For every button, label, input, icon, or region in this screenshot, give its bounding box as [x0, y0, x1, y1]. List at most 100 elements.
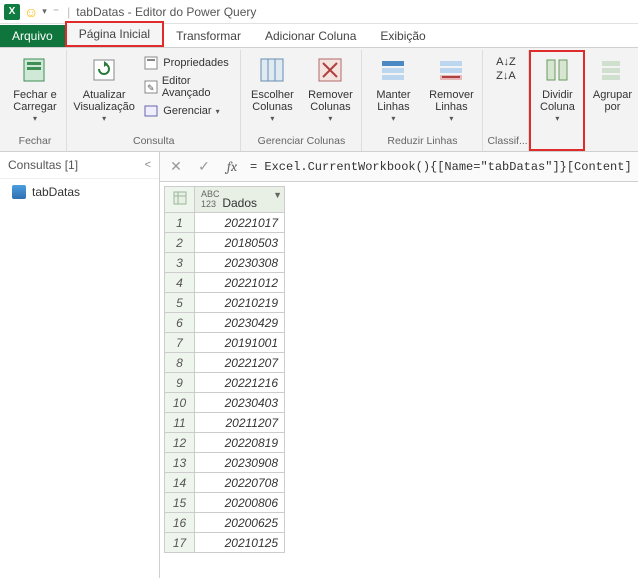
- cell-value[interactable]: 20230429: [195, 313, 285, 333]
- formula-text[interactable]: = Excel.CurrentWorkbook(){[Name="tabData…: [250, 160, 632, 174]
- ribbon-group-label: [589, 134, 635, 149]
- ribbon-group-reduce-rows: Manter Linhas ▾ Remover Linhas ▾ Reduzir…: [362, 50, 483, 151]
- table-row[interactable]: 320230308: [165, 253, 285, 273]
- table-row[interactable]: 920221216: [165, 373, 285, 393]
- cell-value[interactable]: 20230308: [195, 253, 285, 273]
- cancel-formula-icon[interactable]: ✕: [166, 157, 186, 177]
- table-row[interactable]: 1520200806: [165, 493, 285, 513]
- smiley-icon: ☺: [24, 4, 38, 20]
- row-number[interactable]: 3: [165, 253, 195, 273]
- close-load-label: Fechar e Carregar: [10, 89, 60, 113]
- row-number[interactable]: 14: [165, 473, 195, 493]
- cell-value[interactable]: 20221017: [195, 213, 285, 233]
- chevron-down-icon: ▾: [102, 113, 106, 125]
- choose-columns-button[interactable]: Escolher Colunas ▾: [245, 52, 299, 127]
- main-pane: ✕ ✓ fx = Excel.CurrentWorkbook(){[Name="…: [160, 152, 638, 578]
- table-row[interactable]: 1620200625: [165, 513, 285, 533]
- table-row[interactable]: 1120211207: [165, 413, 285, 433]
- sort-asc-button[interactable]: A↓Z: [496, 56, 516, 68]
- table-row[interactable]: 1320230908: [165, 453, 285, 473]
- tab-add-column[interactable]: Adicionar Coluna: [253, 25, 368, 47]
- keep-rows-icon: [377, 54, 409, 86]
- cell-value[interactable]: 20211207: [195, 413, 285, 433]
- query-item-label: tabDatas: [32, 185, 80, 199]
- cell-value[interactable]: 20210125: [195, 533, 285, 553]
- properties-button[interactable]: Propriedades: [141, 54, 236, 72]
- cell-value[interactable]: 20210219: [195, 293, 285, 313]
- table-row[interactable]: 1420220708: [165, 473, 285, 493]
- column-header-dados[interactable]: ABC 123 Dados ▼: [195, 187, 285, 213]
- table-row[interactable]: 1220220819: [165, 433, 285, 453]
- cell-value[interactable]: 20220708: [195, 473, 285, 493]
- tab-file[interactable]: Arquivo: [0, 25, 65, 47]
- table-row[interactable]: 420221012: [165, 273, 285, 293]
- row-number[interactable]: 6: [165, 313, 195, 333]
- cell-value[interactable]: 20180503: [195, 233, 285, 253]
- table-row[interactable]: 820221207: [165, 353, 285, 373]
- row-number[interactable]: 12: [165, 433, 195, 453]
- tab-transform[interactable]: Transformar: [164, 25, 253, 47]
- row-number[interactable]: 9: [165, 373, 195, 393]
- filter-dropdown-icon[interactable]: ▼: [273, 190, 282, 200]
- window-title: tabDatas - Editor do Power Query: [76, 5, 256, 19]
- manage-button[interactable]: Gerenciar ▾: [141, 102, 236, 120]
- row-number[interactable]: 16: [165, 513, 195, 533]
- row-number[interactable]: 1: [165, 213, 195, 233]
- cell-value[interactable]: 20221216: [195, 373, 285, 393]
- row-number[interactable]: 13: [165, 453, 195, 473]
- row-number[interactable]: 8: [165, 353, 195, 373]
- choose-columns-label: Escolher Colunas: [247, 89, 297, 113]
- row-number[interactable]: 10: [165, 393, 195, 413]
- table-row[interactable]: 620230429: [165, 313, 285, 333]
- table-row[interactable]: 520210219: [165, 293, 285, 313]
- refresh-label: Atualizar Visualização: [73, 89, 135, 113]
- row-number[interactable]: 17: [165, 533, 195, 553]
- cell-value[interactable]: 20200806: [195, 493, 285, 513]
- ribbon: Fechar e Carregar ▾ Fechar Atualizar Vis…: [0, 48, 638, 152]
- query-item-tabdatas[interactable]: tabDatas: [0, 179, 159, 205]
- excel-icon: X: [4, 4, 20, 20]
- tab-view[interactable]: Exibição: [368, 25, 437, 47]
- row-number[interactable]: 11: [165, 413, 195, 433]
- table-row[interactable]: 1720210125: [165, 533, 285, 553]
- sort-desc-button[interactable]: Z↓A: [496, 70, 516, 82]
- fx-icon[interactable]: fx: [222, 157, 242, 177]
- table-corner[interactable]: [165, 187, 195, 213]
- cell-value[interactable]: 20200625: [195, 513, 285, 533]
- remove-rows-button[interactable]: Remover Linhas ▾: [424, 52, 478, 127]
- tab-home[interactable]: Página Inicial: [65, 21, 164, 47]
- commit-formula-icon[interactable]: ✓: [194, 157, 214, 177]
- properties-label: Propriedades: [163, 57, 228, 69]
- row-number[interactable]: 7: [165, 333, 195, 353]
- cell-value[interactable]: 20191001: [195, 333, 285, 353]
- cell-value[interactable]: 20221012: [195, 273, 285, 293]
- cell-value[interactable]: 20220819: [195, 433, 285, 453]
- remove-columns-button[interactable]: Remover Colunas ▾: [303, 52, 357, 127]
- row-number[interactable]: 5: [165, 293, 195, 313]
- table-row[interactable]: 120221017: [165, 213, 285, 233]
- keep-rows-button[interactable]: Manter Linhas ▾: [366, 52, 420, 127]
- ribbon-group-label: Consulta: [71, 134, 236, 149]
- cell-value[interactable]: 20221207: [195, 353, 285, 373]
- cell-value[interactable]: 20230403: [195, 393, 285, 413]
- queries-pane: Consultas [1] < tabDatas: [0, 152, 160, 578]
- collapse-pane-icon[interactable]: <: [145, 159, 151, 171]
- table-row[interactable]: 220180503: [165, 233, 285, 253]
- qat-dropdown-icon[interactable]: ▾: [42, 6, 47, 17]
- choose-columns-icon: [256, 54, 288, 86]
- data-grid[interactable]: ABC 123 Dados ▼ 120221017220180503320230…: [160, 182, 638, 578]
- close-and-load-button[interactable]: Fechar e Carregar ▾: [8, 52, 62, 127]
- advanced-editor-button[interactable]: ✎ Editor Avançado: [141, 74, 236, 100]
- ribbon-group-label: Classif...: [487, 134, 524, 149]
- row-number[interactable]: 2: [165, 233, 195, 253]
- formula-bar: ✕ ✓ fx = Excel.CurrentWorkbook(){[Name="…: [160, 152, 638, 182]
- group-by-button[interactable]: Agrupar por: [589, 52, 635, 115]
- row-number[interactable]: 4: [165, 273, 195, 293]
- split-column-button[interactable]: Dividir Coluna ▾: [533, 52, 581, 127]
- table-row[interactable]: 720191001: [165, 333, 285, 353]
- remove-columns-icon: [314, 54, 346, 86]
- refresh-preview-button[interactable]: Atualizar Visualização ▾: [71, 52, 137, 127]
- row-number[interactable]: 15: [165, 493, 195, 513]
- cell-value[interactable]: 20230908: [195, 453, 285, 473]
- table-row[interactable]: 1020230403: [165, 393, 285, 413]
